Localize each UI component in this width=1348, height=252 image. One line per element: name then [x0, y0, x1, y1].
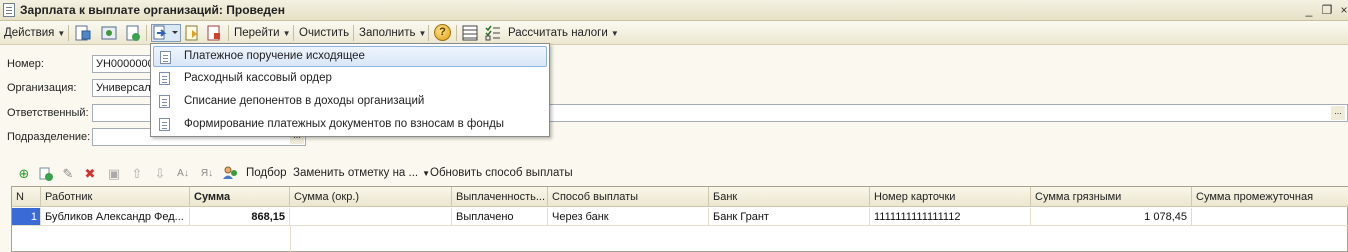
save-icon[interactable] [100, 24, 118, 42]
toolbar-separator [228, 25, 229, 41]
cell-n[interactable]: 1 [12, 208, 41, 226]
column-header-sum-rounded[interactable]: Сумма (окр.) [290, 187, 452, 207]
employees-table: N Работник Сумма Сумма (окр.) Выплаченно… [11, 186, 1348, 252]
responsible-select-button[interactable]: ... [1331, 106, 1345, 120]
menu-item-payment-order[interactable]: Платежное поручение исходящее [153, 46, 547, 67]
toolbar-separator [68, 25, 69, 41]
maximize-button[interactable]: ❐ [1320, 3, 1334, 17]
print-document-icon[interactable] [183, 24, 201, 42]
cell-payment-method[interactable]: Через банк [548, 208, 709, 226]
toolbar-separator [146, 25, 147, 41]
column-header-bank[interactable]: Банк [709, 187, 870, 207]
column-divider [290, 226, 291, 252]
move-down-icon[interactable]: ⇩ [152, 166, 168, 182]
sort-ascending-icon[interactable]: A↓ [175, 166, 191, 182]
division-label: Подразделение: [7, 131, 91, 143]
column-header-employee[interactable]: Работник [41, 187, 190, 207]
update-method-button[interactable]: Обновить способ выплаты [430, 167, 573, 179]
calc-taxes-menu[interactable]: Рассчитать налоги ▼ [508, 25, 619, 41]
menu-item-deposit-writeoff[interactable]: Списание депонентов в доходы организаций [153, 91, 547, 112]
structure-icon[interactable] [461, 24, 479, 42]
document-icon [160, 51, 171, 64]
cell-bank[interactable]: Банк Грант [709, 208, 870, 226]
cell-gross-sum[interactable]: 1 078,45 [1031, 208, 1192, 226]
column-header-paid-status[interactable]: Выплаченность... [452, 187, 548, 207]
move-up-icon[interactable]: ⇧ [129, 166, 145, 182]
replace-mark-label: Заменить отметку на ... [293, 167, 419, 179]
sort-descending-icon[interactable]: Я↓ [199, 166, 215, 182]
menu-item-label: Расходный кассовый ордер [184, 72, 332, 84]
dropdown-arrow-icon: ▼ [57, 29, 66, 38]
column-header-n[interactable]: N [12, 187, 41, 207]
close-button[interactable]: × [1337, 3, 1348, 17]
cell-sum-rounded[interactable] [290, 208, 452, 226]
dropdown-arrow-icon: ▼ [418, 29, 427, 38]
clear-button[interactable]: Очистить [299, 25, 349, 41]
column-header-gross-sum[interactable]: Сумма грязными [1031, 187, 1192, 207]
checklist-icon[interactable] [484, 24, 502, 42]
window-title: Зарплата к выплате организаций: Проведен [20, 3, 285, 17]
cell-intermediate-sum[interactable] [1192, 208, 1348, 226]
dropdown-arrow-icon: ▼ [610, 29, 619, 38]
edit-row-icon[interactable]: ✎ [60, 166, 76, 182]
column-header-payment-method[interactable]: Способ выплаты [548, 187, 709, 207]
minimize-button[interactable]: _ [1302, 3, 1316, 17]
dropdown-arrow-icon: ▼ [422, 169, 431, 178]
fill-label: Заполнить [359, 27, 416, 39]
column-header-sum[interactable]: Сумма [190, 187, 290, 207]
document-icon [159, 118, 170, 131]
create-based-on-button[interactable] [151, 24, 181, 42]
select-employees-icon[interactable] [222, 165, 238, 181]
menu-item-label: Списание депонентов в доходы организаций [184, 95, 425, 107]
copy-row-icon[interactable] [38, 166, 54, 182]
delete-row-icon[interactable]: ✖ [82, 166, 98, 182]
document-icon [159, 72, 170, 85]
cell-employee[interactable]: Бубликов Александр Фед... [41, 208, 190, 226]
document-icon [3, 3, 15, 17]
copy-document-icon[interactable] [124, 24, 142, 42]
dropdown-arrow-icon: ▼ [282, 29, 291, 38]
goto-label: Перейти [234, 27, 280, 39]
toolbar-separator [293, 25, 294, 41]
document-icon [159, 95, 170, 108]
fill-menu[interactable]: Заполнить ▼ [359, 25, 426, 41]
menu-item-fund-payments[interactable]: Формирование платежных документов по взн… [153, 114, 547, 135]
calc-taxes-label: Рассчитать налоги [508, 27, 608, 39]
main-toolbar: Действия ▼ Перейти ▼ Очистить Заполнить ▼ ? [0, 21, 1348, 45]
end-edit-icon[interactable]: ▣ [106, 166, 122, 182]
post-document-icon[interactable] [74, 24, 92, 42]
responsible-label: Ответственный: [7, 107, 89, 119]
menu-item-cash-order[interactable]: Расходный кассовый ордер [153, 68, 547, 89]
goto-menu[interactable]: Перейти ▼ [234, 25, 291, 41]
toolbar-separator [428, 25, 429, 41]
column-header-card-number[interactable]: Номер карточки [870, 187, 1031, 207]
organization-label: Организация: [7, 82, 77, 94]
title-bar: Зарплата к выплате организаций: Проведен… [0, 0, 1348, 21]
actions-label: Действия [4, 27, 55, 39]
toolbar-separator [456, 25, 457, 41]
add-row-icon[interactable]: ⊕ [16, 166, 32, 182]
menu-item-label: Формирование платежных документов по взн… [184, 118, 505, 130]
movements-report-icon[interactable] [205, 24, 223, 42]
cell-paid-status[interactable]: Выплачено [452, 208, 548, 226]
cell-sum[interactable]: 868,15 [190, 208, 290, 226]
create-based-on-icon [153, 25, 178, 40]
actions-menu[interactable]: Действия ▼ [4, 25, 65, 41]
help-icon[interactable]: ? [434, 24, 451, 41]
menu-item-label: Платежное поручение исходящее [184, 50, 365, 62]
cell-card-number[interactable]: 1111111111111112 [870, 208, 1031, 226]
column-header-intermediate-sum[interactable]: Сумма промежуточная [1192, 187, 1348, 207]
toolbar-separator [353, 25, 354, 41]
replace-mark-menu[interactable]: Заменить отметку на ... ▼ [293, 167, 430, 179]
number-label: Номер: [7, 58, 44, 70]
select-button[interactable]: Подбор [246, 167, 287, 179]
create-based-on-menu: Платежное поручение исходящее Расходный … [150, 43, 550, 137]
